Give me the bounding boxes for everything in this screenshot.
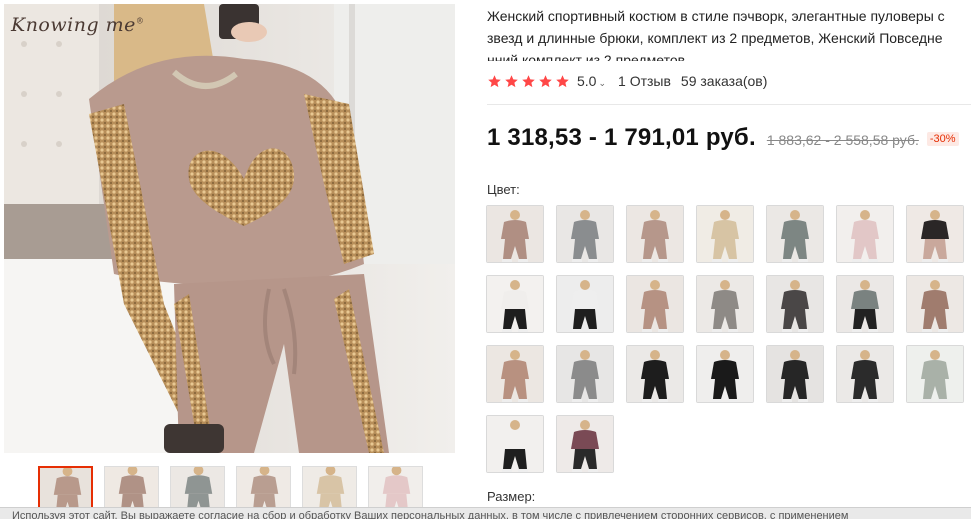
product-page: Knowing me® Женский спортивный костюм в … (0, 0, 971, 519)
outfit-preview-image (557, 276, 613, 332)
star-icon (505, 74, 518, 87)
outfit-preview-image (303, 467, 356, 509)
chevron-down-icon: ⌄ (598, 78, 607, 88)
outfit-preview-image (907, 346, 963, 402)
product-title: Женский спортивный костюм в стиле пэчвор… (487, 5, 971, 61)
color-swatch[interactable] (696, 345, 754, 403)
star-icon (539, 74, 552, 87)
product-thumbnail[interactable] (236, 466, 291, 510)
color-swatch[interactable] (486, 345, 544, 403)
product-thumbnail[interactable] (368, 466, 423, 510)
divider (487, 104, 971, 105)
outfit-preview-image (487, 206, 543, 262)
outfit-preview-image (369, 467, 422, 509)
product-thumbnail[interactable] (38, 466, 93, 510)
rating-row: 5.0 ⌄ 1 Отзыв 59 заказа(ов) (487, 72, 767, 90)
outfit-preview-image (837, 206, 893, 262)
color-swatch[interactable] (486, 275, 544, 333)
color-swatch[interactable] (906, 205, 964, 263)
outfit-preview-image (627, 346, 683, 402)
outfit-preview-image (837, 276, 893, 332)
product-thumbnail[interactable] (302, 466, 357, 510)
color-swatch[interactable] (626, 345, 684, 403)
product-title-line: нний комплект из 2 предметов (487, 52, 686, 61)
rating-stars (487, 74, 570, 89)
outfit-preview-image (907, 206, 963, 262)
discount-badge: -30% (926, 132, 959, 146)
star-icon (556, 74, 569, 87)
color-swatch[interactable] (556, 415, 614, 473)
outfit-preview-image (627, 276, 683, 332)
color-swatch[interactable] (626, 205, 684, 263)
outfit-preview-image (767, 276, 823, 332)
color-swatch-grid (486, 205, 964, 473)
outfit-preview-image (697, 346, 753, 402)
outfit-preview-image (697, 276, 753, 332)
outfit-preview-image (697, 206, 753, 262)
color-swatch[interactable] (556, 205, 614, 263)
star-icon (522, 74, 535, 87)
size-label: Размер: (487, 489, 536, 504)
outfit-preview-image (557, 346, 613, 402)
outfit-preview-image (627, 206, 683, 262)
rating-dropdown[interactable]: 5.0 ⌄ (577, 73, 606, 89)
color-swatch[interactable] (836, 345, 894, 403)
main-product-image[interactable]: Knowing me® (4, 4, 455, 453)
rating-value: 5.0 (577, 73, 597, 89)
product-thumbnail[interactable] (170, 466, 225, 510)
color-swatch[interactable] (486, 415, 544, 473)
color-swatch[interactable] (766, 345, 824, 403)
outfit-preview-image (487, 416, 543, 472)
orders-count: 59 заказа(ов) (680, 73, 768, 89)
outfit-preview-image (767, 346, 823, 402)
price-row: 1 318,53 - 1 791,01 руб. 1 883,62 - 2 55… (487, 124, 959, 152)
color-label: Цвет: (487, 182, 520, 197)
cookie-consent-bar[interactable]: Используя этот сайт, Вы выражаете соглас… (0, 507, 971, 519)
outfit-preview-image (105, 467, 158, 509)
color-swatch[interactable] (486, 205, 544, 263)
thumbnail-strip (38, 466, 423, 510)
color-swatch[interactable] (906, 275, 964, 333)
outfit-preview-image (557, 206, 613, 262)
outfit-preview-image (487, 276, 543, 332)
color-swatch[interactable] (766, 205, 824, 263)
old-price: 1 883,62 - 2 558,58 руб. (766, 132, 919, 148)
brand-watermark: Knowing me® (11, 14, 145, 36)
star-icon (488, 74, 501, 87)
current-price: 1 318,53 - 1 791,01 руб. (487, 124, 756, 151)
reviews-link[interactable]: 1 Отзыв (618, 73, 671, 89)
color-swatch[interactable] (766, 275, 824, 333)
outfit-preview-image (837, 346, 893, 402)
color-swatch[interactable] (696, 205, 754, 263)
outfit-preview-image (171, 467, 224, 509)
product-photo-illustration (4, 4, 455, 453)
color-swatch[interactable] (836, 205, 894, 263)
product-title-line: Женский спортивный костюм в стиле пэчвор… (487, 8, 945, 24)
outfit-preview-image (487, 346, 543, 402)
outfit-preview-image (237, 467, 290, 509)
color-swatch[interactable] (556, 275, 614, 333)
outfit-preview-image (557, 416, 613, 472)
color-swatch[interactable] (556, 345, 614, 403)
cookie-consent-text: Используя этот сайт, Вы выражаете соглас… (12, 510, 849, 519)
outfit-preview-image (767, 206, 823, 262)
color-swatch[interactable] (906, 345, 964, 403)
color-swatch[interactable] (626, 275, 684, 333)
outfit-preview-image (907, 276, 963, 332)
outfit-preview-image (40, 468, 91, 508)
color-swatch[interactable] (696, 275, 754, 333)
product-title-line: звезд и длинные брюки, комплект из 2 пре… (487, 30, 943, 46)
product-thumbnail[interactable] (104, 466, 159, 510)
color-swatch[interactable] (836, 275, 894, 333)
